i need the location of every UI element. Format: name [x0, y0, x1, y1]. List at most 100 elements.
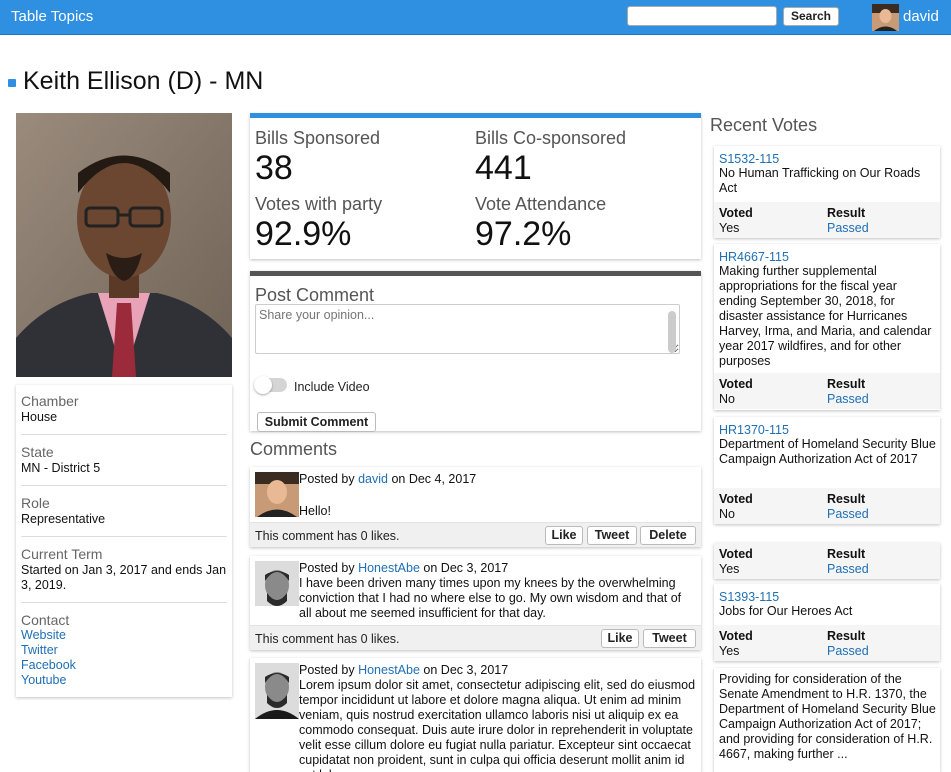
attendance-label: Vote Attendance — [475, 194, 607, 214]
vote-card: Providing for consideration of the Senat… — [714, 668, 940, 772]
term-section: Current Term Started on Jan 3, 2017 and … — [21, 546, 227, 603]
comment-textarea[interactable] — [255, 304, 680, 354]
bills-sponsored-label: Bills Sponsored — [255, 128, 381, 148]
state-value: MN - District 5 — [21, 461, 101, 475]
contact-section: Contact Website Twitter Facebook Youtube — [21, 612, 227, 697]
twitter-link[interactable]: Twitter — [21, 643, 227, 658]
term-label: Current Term — [21, 546, 103, 562]
comment-likes-count: This comment has 0 likes. — [255, 632, 400, 646]
cosponsored-label: Bills Co-sponsored — [475, 128, 627, 148]
vote-footer: Voted Result Yes Passed — [714, 625, 940, 661]
recent-votes-heading: Recent Votes — [710, 115, 818, 135]
result-label: Result — [827, 547, 866, 561]
bill-id-link[interactable]: HR1370-115 — [719, 423, 789, 437]
result-value: Passed — [827, 221, 869, 235]
vote-card: S1532-115 No Human Trafficking on Our Ro… — [714, 146, 940, 238]
cosponsored-stat: Bills Co-sponsored 441 — [475, 128, 626, 188]
voted-value: No — [719, 392, 735, 406]
toggle-knob — [254, 376, 272, 394]
chamber-label: Chamber — [21, 393, 79, 409]
like-button[interactable]: Like — [545, 526, 583, 545]
post-comment-title: Post Comment — [255, 285, 375, 305]
contact-label: Contact — [21, 612, 70, 628]
voted-label: Voted — [719, 206, 753, 220]
delete-button[interactable]: Delete — [640, 526, 696, 545]
comment-item: Posted by HonestAbe on Dec 3, 2017 I hav… — [250, 556, 701, 650]
website-link[interactable]: Website — [21, 628, 227, 643]
comment-date: on Dec 4, 2017 — [391, 472, 477, 486]
state-section: State MN - District 5 — [21, 444, 227, 486]
submit-comment-button[interactable]: Submit Comment — [257, 412, 376, 432]
role-section: Role Representative — [21, 495, 227, 537]
comment-item: Posted by david on Dec 4, 2017 Hello! Th… — [250, 467, 701, 547]
bill-id-link[interactable]: HR4667-115 — [719, 250, 789, 264]
voted-value: Yes — [719, 221, 740, 235]
result-value: Passed — [827, 392, 869, 406]
bill-description: Providing for consideration of the Senat… — [719, 672, 936, 761]
comment-meta: Posted by david on Dec 4, 2017 — [299, 472, 476, 487]
include-video-label: Include Video — [294, 380, 370, 394]
party-votes-stat: Votes with party 92.9% — [255, 194, 382, 254]
comment-author-link[interactable]: HonestAbe — [358, 663, 420, 677]
comments-heading: Comments — [250, 439, 338, 459]
voted-label: Voted — [719, 629, 753, 643]
comment-avatar — [255, 561, 299, 606]
state-label: State — [21, 444, 54, 460]
bill-id-link[interactable]: S1393-115 — [719, 590, 779, 604]
party-votes-value: 92.9% — [255, 215, 352, 253]
result-value: Passed — [827, 507, 869, 521]
vote-card: HR4667-115 Making further supplemental a… — [714, 244, 940, 410]
bill-description: Jobs for Our Heroes Act — [719, 604, 853, 618]
textarea-scrollbar[interactable] — [668, 311, 676, 353]
stats-card: Bills Sponsored 38 Bills Co-sponsored 44… — [250, 113, 701, 259]
post-comment-card: Post Comment Include Video Submit Commen… — [250, 271, 701, 432]
posted-by-label: Posted by — [299, 663, 355, 677]
bill-id-link[interactable]: S1532-115 — [719, 152, 779, 166]
title-bullet-icon — [8, 79, 16, 87]
representative-photo — [16, 113, 232, 377]
chamber-section: Chamber House — [21, 393, 227, 435]
party-votes-label: Votes with party — [255, 194, 383, 214]
tweet-button[interactable]: Tweet — [587, 526, 637, 545]
tweet-button[interactable]: Tweet — [643, 629, 696, 648]
bill-description: Making further supplemental appropriatio… — [719, 264, 932, 368]
facebook-link[interactable]: Facebook — [21, 658, 227, 673]
comment-author-link[interactable]: david — [358, 472, 388, 486]
result-label: Result — [827, 492, 866, 506]
user-name-link[interactable]: david — [903, 8, 939, 25]
vote-footer: Voted Result Yes Passed — [714, 543, 940, 579]
comment-item: Posted by HonestAbe on Dec 3, 2017 Lorem… — [250, 658, 701, 772]
role-value: Representative — [21, 512, 106, 526]
brand-link[interactable]: Table Topics — [11, 8, 93, 25]
comment-meta: Posted by HonestAbe on Dec 3, 2017 — [299, 561, 508, 576]
posted-by-label: Posted by — [299, 472, 355, 486]
include-video-toggle[interactable] — [254, 376, 287, 394]
attendance-value: 97.2% — [475, 215, 572, 253]
comment-footer: This comment has 0 likes. Like Tweet Del… — [250, 522, 701, 547]
comment-avatar — [255, 663, 299, 719]
comment-likes-count: This comment has 0 likes. — [255, 529, 400, 543]
comment-body: I have been driven many times upon my kn… — [299, 576, 682, 620]
comment-meta: Posted by HonestAbe on Dec 3, 2017 — [299, 663, 508, 678]
like-button[interactable]: Like — [601, 629, 639, 648]
vote-card: Voted Result Yes Passed — [714, 543, 940, 579]
role-label: Role — [21, 495, 50, 511]
comment-date: on Dec 3, 2017 — [423, 663, 509, 677]
bill-description: No Human Trafficking on Our Roads Act — [719, 166, 921, 195]
cosponsored-value: 441 — [475, 149, 532, 187]
search-button[interactable]: Search — [783, 7, 839, 26]
bill-description: Department of Homeland Security Blue Cam… — [719, 437, 936, 466]
vote-card: S1393-115 Jobs for Our Heroes Act Voted … — [714, 584, 940, 661]
posted-by-label: Posted by — [299, 561, 355, 575]
youtube-link[interactable]: Youtube — [21, 673, 227, 688]
comment-author-link[interactable]: HonestAbe — [358, 561, 420, 575]
top-navigation-bar: Table Topics Search david — [0, 0, 951, 35]
voted-value: Yes — [719, 562, 740, 576]
attendance-stat: Vote Attendance 97.2% — [475, 194, 606, 254]
result-label: Result — [827, 629, 866, 643]
vote-footer: Voted Result No Passed — [714, 373, 940, 409]
comment-date: on Dec 3, 2017 — [423, 561, 509, 575]
search-input[interactable] — [627, 6, 777, 26]
bills-sponsored-value: 38 — [255, 149, 293, 187]
user-avatar[interactable] — [872, 4, 899, 31]
